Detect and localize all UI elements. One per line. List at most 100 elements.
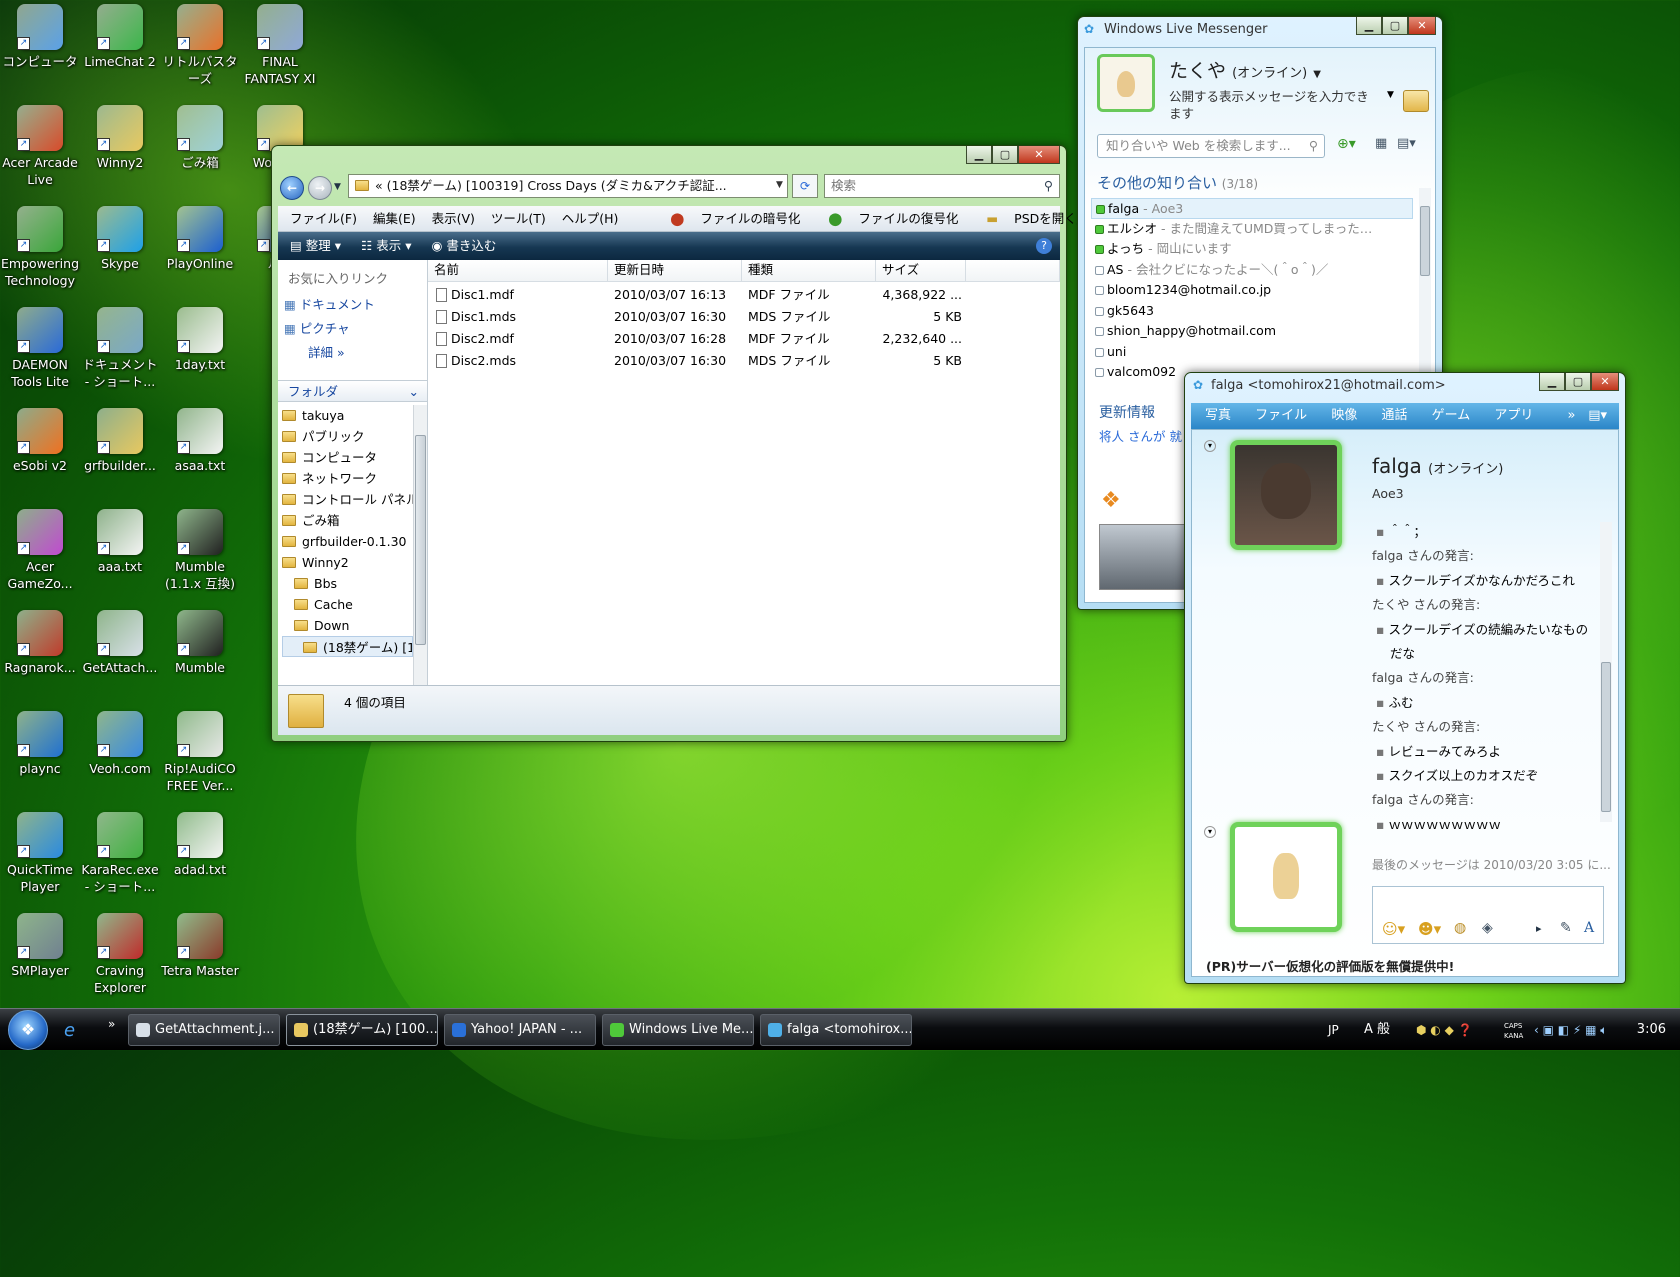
contact-item[interactable]: よっち - 岡山にいます	[1091, 239, 1413, 260]
desktop-icon[interactable]: ↗ Ragnarok...	[0, 610, 80, 676]
taskbar-button[interactable]: falga <tomohirox...	[760, 1014, 912, 1046]
desktop-icon[interactable]: ↗ リトルバスターズ	[160, 4, 240, 87]
column-size[interactable]: サイズ	[876, 260, 966, 282]
contact-search-input[interactable]: 知り合いや Web を検索します... ⚲	[1097, 134, 1325, 158]
tree-item[interactable]: (18禁ゲーム) [100	[282, 636, 413, 657]
tree-item[interactable]: ネットワーク	[282, 468, 413, 489]
desktop-icon[interactable]: ↗ PlayOnline	[160, 206, 240, 272]
contact-item[interactable]: エルシオ - また間違えてUMD買ってしまった…	[1091, 219, 1413, 240]
search-icon[interactable]: ⚲	[1044, 175, 1053, 197]
desktop-icon[interactable]: ↗ Tetra Master	[160, 913, 240, 979]
desktop-icon[interactable]: ↗ Mumble (1.1.x 互換)	[160, 509, 240, 592]
desktop-icon[interactable]: ↗ ドキュメント - ショート...	[80, 307, 160, 390]
contact-item[interactable]: uni	[1091, 342, 1413, 363]
voice-clip-icon[interactable]: ◍	[1454, 920, 1466, 936]
taskbar-button[interactable]: Yahoo! JAPAN - ...	[444, 1014, 596, 1046]
updates-header[interactable]: 更新情報	[1099, 402, 1155, 422]
organize-button[interactable]: ▤ 整理 ▾	[290, 238, 341, 253]
desktop-icon[interactable]: ↗ eSobi v2	[0, 408, 80, 474]
desktop-icon[interactable]: ↗ aaa.txt	[80, 509, 160, 575]
contact-item[interactable]: shion_happy@hotmail.com	[1091, 321, 1413, 342]
forward-button[interactable]: →	[308, 176, 332, 200]
photo-button[interactable]: 写真	[1205, 408, 1231, 423]
tree-item[interactable]: Bbs	[282, 573, 413, 594]
tree-item[interactable]: パブリック	[282, 426, 413, 447]
collapse-icon[interactable]: ⌄	[409, 381, 419, 403]
desktop-icon[interactable]: ↗ grfbuilder...	[80, 408, 160, 474]
personal-message-dropdown-icon[interactable]: ▼	[1387, 90, 1394, 100]
desktop-icon[interactable]: ↗ asaa.txt	[160, 408, 240, 474]
desktop-icon[interactable]: ↗ GetAttach...	[80, 610, 160, 676]
collapse-toggle-icon[interactable]: ▾	[1204, 440, 1216, 452]
back-button[interactable]: ←	[280, 176, 304, 200]
desktop-icon[interactable]: ↗ FINAL FANTASY XI	[240, 4, 320, 87]
menu-tools[interactable]: ツール(T)	[491, 211, 546, 226]
chat-window[interactable]: ✿ falga <tomohirox21@hotmail.com> ▁ ▢ ✕ …	[1184, 372, 1626, 984]
video-button[interactable]: 映像	[1331, 408, 1357, 423]
chat-menu-icon[interactable]: ▤▾	[1588, 403, 1607, 429]
history-dropdown-icon[interactable]: ▼	[334, 182, 341, 192]
tree-item[interactable]: コンピュータ	[282, 447, 413, 468]
decrypt-button[interactable]: ⬤ ファイルの復号化	[816, 211, 958, 226]
maximize-button[interactable]: ▢	[992, 146, 1018, 164]
messenger-minimize-button[interactable]: ▁	[1356, 17, 1382, 35]
favorite-documents[interactable]: ▦ ドキュメント	[284, 294, 375, 313]
table-row[interactable]: Disc2.mds 2010/03/07 16:30 MDS ファイル 5 KB	[428, 350, 1060, 372]
apps-button[interactable]: アプリ	[1494, 408, 1533, 423]
update-line[interactable]: 将人 さんが 就	[1099, 426, 1182, 445]
column-name[interactable]: 名前	[428, 260, 608, 282]
menu-view[interactable]: 表示(V)	[432, 211, 475, 226]
tree-item[interactable]: grfbuilder-0.1.30	[282, 531, 413, 552]
personal-message[interactable]: 公開する表示メッセージを入力できます	[1169, 88, 1379, 122]
ime-indicator[interactable]: A 般	[1364, 1009, 1390, 1051]
collapse-toggle-icon-2[interactable]: ▾	[1204, 826, 1216, 838]
messenger-close-button[interactable]: ✕	[1408, 17, 1436, 35]
tray-icons-2[interactable]: ‹ ▣ ◧ ⚡ ▦ 🔈︎	[1534, 1009, 1608, 1051]
chat-minimize-button[interactable]: ▁	[1539, 373, 1565, 391]
desktop-icon[interactable]: ↗ Acer Arcade Live	[0, 105, 80, 188]
address-bar[interactable]: « (18禁ゲーム) [100319] Cross Days (ダミカ&アクチ認…	[348, 174, 788, 198]
tree-item[interactable]: コントロール パネル	[282, 489, 413, 510]
close-button[interactable]: ✕	[1018, 146, 1060, 164]
desktop-icon[interactable]: ↗ Skype	[80, 206, 160, 272]
tree-item[interactable]: takuya	[282, 405, 413, 426]
desktop-icon[interactable]: ↗ KaraRec.exe - ショート...	[80, 812, 160, 895]
favorite-more[interactable]: 詳細 »	[308, 342, 345, 361]
contact-group-header[interactable]: その他の知り合い (3/18)	[1097, 172, 1258, 193]
contact-item[interactable]: bloom1234@hotmail.co.jp	[1091, 280, 1413, 301]
user-avatar[interactable]	[1097, 54, 1155, 112]
minimize-button[interactable]: ▁	[966, 146, 992, 164]
desktop-icon[interactable]: ↗ adad.txt	[160, 812, 240, 878]
desktop-icon[interactable]: ↗ Winny2	[80, 105, 160, 171]
menu-icon[interactable]: ▤▾	[1397, 136, 1416, 151]
ad-text[interactable]: (PR)サーバー仮想化の評価版を無償提供中!	[1206, 956, 1454, 975]
contact-avatar[interactable]	[1230, 440, 1342, 550]
contact-item[interactable]: gk5643	[1091, 301, 1413, 322]
tray-icons[interactable]: ⬢ ◐ ◆ ❓	[1416, 1009, 1473, 1051]
desktop-icon[interactable]: ↗ Empowering Technology	[0, 206, 80, 289]
tree-item[interactable]: Down	[282, 615, 413, 636]
tree-item[interactable]: ごみ箱	[282, 510, 413, 531]
column-type[interactable]: 種類	[742, 260, 876, 282]
tree-scrollbar[interactable]	[413, 405, 427, 685]
folder-pane-header[interactable]: フォルダ ⌄	[278, 380, 427, 402]
refresh-button[interactable]: ⟳	[792, 174, 818, 198]
desktop-icon[interactable]: ↗ コンピュータ	[0, 4, 80, 70]
desktop-icon[interactable]: ↗ DAEMON Tools Lite	[0, 307, 80, 390]
contact-list-scrollbar[interactable]	[1419, 188, 1431, 388]
table-row[interactable]: Disc1.mds 2010/03/07 16:30 MDS ファイル 5 KB	[428, 306, 1060, 328]
start-button[interactable]: ❖	[8, 1010, 48, 1050]
more-button[interactable]: »	[1568, 408, 1576, 423]
burn-button[interactable]: ◉ 書き込む	[432, 238, 497, 253]
email-inbox-icon[interactable]	[1403, 90, 1429, 112]
chat-titlebar[interactable]: ✿ falga <tomohirox21@hotmail.com> ▁ ▢ ✕	[1185, 373, 1625, 403]
desktop-icon[interactable]: ↗ 1day.txt	[160, 307, 240, 373]
contact-item[interactable]: falga - Aoe3	[1091, 198, 1413, 219]
clock[interactable]: 3:06	[1637, 1009, 1666, 1051]
search-input[interactable]: 検索 ⚲	[824, 174, 1060, 198]
taskbar-button[interactable]: (18禁ゲーム) [100...	[286, 1014, 438, 1046]
messenger-titlebar[interactable]: ✿ Windows Live Messenger ▁ ▢ ✕	[1078, 17, 1442, 47]
language-indicator[interactable]: JP	[1328, 1009, 1339, 1051]
explorer-window[interactable]: ▁ ▢ ✕ ← → ▼ « (18禁ゲーム) [100319] Cross Da…	[271, 145, 1118, 742]
call-button[interactable]: 通話	[1381, 408, 1407, 423]
